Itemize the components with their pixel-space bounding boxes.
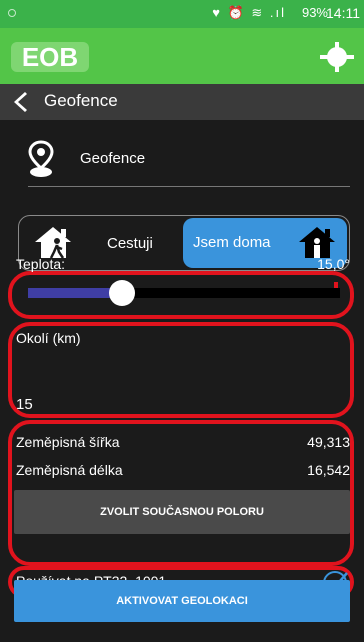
app-logo: EOB xyxy=(11,42,89,72)
house-walking-icon xyxy=(35,227,71,259)
house-person-icon xyxy=(299,227,335,258)
radius-label: Okolí (km) xyxy=(16,330,81,346)
temperature-slider[interactable] xyxy=(28,280,340,306)
location-pin-icon xyxy=(28,140,54,177)
slider-thumb[interactable] xyxy=(108,280,135,306)
app-bar: EOB xyxy=(0,28,364,84)
activate-geolocation-button[interactable]: AKTIVOVAT GEOLOKACI xyxy=(14,580,350,622)
battery-level: 93% xyxy=(301,5,328,20)
nav-title: Geofence xyxy=(44,91,118,110)
temperature-label: Teplota: xyxy=(16,256,66,272)
latitude-value: 49,313 xyxy=(307,434,350,450)
mode-travel-label: Cestuji xyxy=(107,235,153,252)
back-arrow-icon[interactable] xyxy=(8,90,32,114)
longitude-value: 16,542 xyxy=(307,462,350,478)
section-title: Geofence xyxy=(80,150,146,167)
crosshair-icon[interactable] xyxy=(320,40,354,74)
radius-input[interactable]: 15 xyxy=(16,396,33,413)
status-icons: ♥ ⏰ ≋ .ıl xyxy=(212,5,286,20)
status-bar: ♥ ⏰ ≋ .ıl 93% 14:11 xyxy=(0,0,364,28)
mode-toggle: Cestuji Jsem doma xyxy=(18,215,350,271)
clock: 14:11 xyxy=(326,5,360,21)
divider xyxy=(28,186,350,187)
mode-home-label: Jsem doma xyxy=(193,234,271,251)
slider-edge-marker xyxy=(334,282,338,288)
nav-bar: Geofence xyxy=(0,84,364,120)
notification-icon xyxy=(8,9,16,17)
select-current-position-button[interactable]: ZVOLIT SOUČASNOU POLORU xyxy=(14,490,350,534)
latitude-label: Zeměpisná šířka xyxy=(16,434,120,450)
longitude-label: Zeměpisná délka xyxy=(16,462,123,478)
slider-fill xyxy=(28,288,122,298)
logo-text: EOB xyxy=(22,42,78,72)
temperature-value: 15,0° xyxy=(317,256,350,272)
